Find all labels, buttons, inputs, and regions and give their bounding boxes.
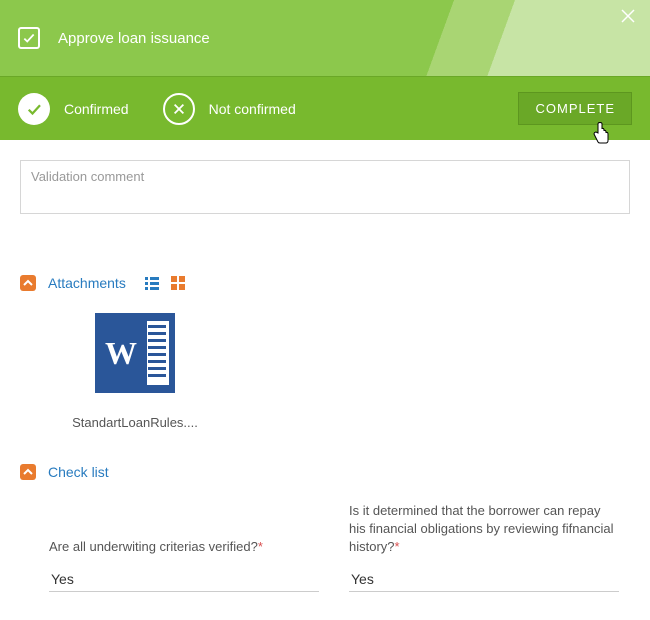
status-confirmed-label: Confirmed bbox=[64, 101, 129, 117]
header-bar: Approve loan issuance bbox=[0, 0, 650, 76]
checklist-item-text: Are all underwiting criterias verified? bbox=[49, 539, 258, 554]
status-not-confirmed-label: Not confirmed bbox=[209, 101, 296, 117]
status-confirmed[interactable]: Confirmed bbox=[18, 93, 129, 125]
close-icon bbox=[620, 8, 636, 24]
status-not-confirmed-circle bbox=[163, 93, 195, 125]
checklist-item-label: Are all underwiting criterias verified?* bbox=[49, 538, 319, 556]
attachment-filename: StandartLoanRules.... bbox=[72, 415, 198, 430]
grid-view-icon bbox=[170, 275, 186, 291]
checklist-collapse-toggle[interactable] bbox=[20, 464, 36, 480]
status-not-confirmed[interactable]: Not confirmed bbox=[163, 93, 296, 125]
attachments-view-toggles bbox=[144, 275, 186, 291]
attachments-header: Attachments bbox=[20, 275, 630, 291]
check-icon bbox=[22, 31, 36, 45]
view-list-button[interactable] bbox=[144, 275, 160, 291]
required-marker: * bbox=[395, 539, 400, 554]
x-icon bbox=[172, 102, 186, 116]
checklist-item-value[interactable] bbox=[49, 567, 319, 592]
checklist-item-label: Is it determined that the borrower can r… bbox=[349, 502, 619, 557]
checklist-item-text: Is it determined that the borrower can r… bbox=[349, 503, 613, 554]
body-area: Attachments bbox=[0, 140, 650, 620]
attachments-section: Attachments bbox=[20, 275, 630, 430]
checklist-header: Check list bbox=[20, 464, 630, 480]
complete-button[interactable]: COMPLETE bbox=[518, 92, 632, 125]
checklist-item-value[interactable] bbox=[349, 567, 619, 592]
chevron-up-icon bbox=[23, 278, 33, 288]
page-title: Approve loan issuance bbox=[58, 30, 210, 47]
checklist-title: Check list bbox=[48, 464, 109, 480]
task-type-icon bbox=[18, 27, 40, 49]
attachment-item[interactable]: W StandartLoanRules.... bbox=[60, 313, 210, 430]
word-file-icon: W bbox=[95, 313, 175, 393]
status-confirmed-circle bbox=[18, 93, 50, 125]
status-bar: Confirmed Not confirmed COMPLETE bbox=[0, 76, 650, 140]
required-marker: * bbox=[258, 539, 263, 554]
checklist-item: Are all underwiting criterias verified?* bbox=[49, 502, 319, 592]
checklist-item: Is it determined that the borrower can r… bbox=[349, 502, 619, 592]
close-button[interactable] bbox=[620, 8, 636, 24]
view-grid-button[interactable] bbox=[170, 275, 186, 291]
validation-comment-input[interactable] bbox=[20, 160, 630, 214]
checklist-section: Check list Are all underwiting criterias… bbox=[20, 464, 630, 592]
attachments-collapse-toggle[interactable] bbox=[20, 275, 36, 291]
checklist-body: Are all underwiting criterias verified?*… bbox=[20, 502, 630, 592]
attachments-title: Attachments bbox=[48, 275, 126, 291]
chevron-up-icon bbox=[23, 467, 33, 477]
list-view-icon bbox=[144, 275, 160, 291]
check-icon bbox=[25, 100, 43, 118]
